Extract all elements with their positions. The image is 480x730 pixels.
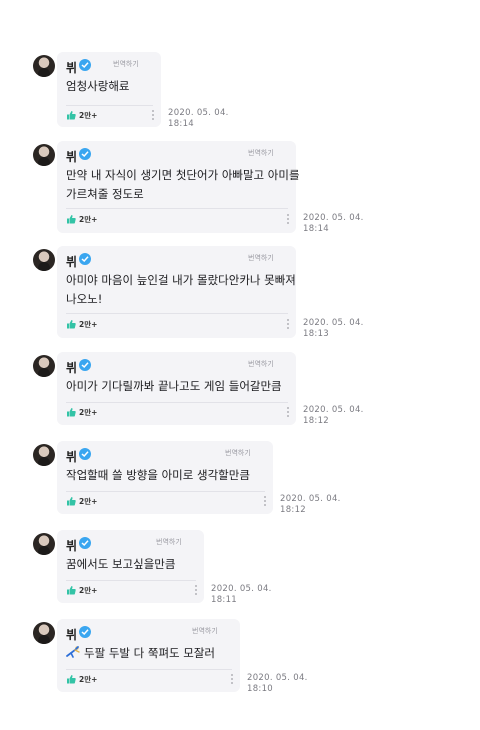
timestamp: 2020. 05. 04. 18:12 xyxy=(303,405,364,426)
translate-button[interactable]: 번역하기 xyxy=(248,253,274,263)
divider xyxy=(66,105,153,106)
avatar[interactable] xyxy=(33,249,55,271)
comment-bubble: 뷔 번역하기 만약 내 자식이 생기면 첫단어가 아빠말고 아미를 가르쳐줄 정… xyxy=(57,141,300,233)
comment-line: 꿈에서도 보고싶을만큼 xyxy=(66,557,176,571)
username[interactable]: 뷔 xyxy=(66,253,77,270)
comment-text: 작업할때 쓸 방향을 아미로 생각할만큼 xyxy=(66,466,265,485)
comment-bubble: 뷔 번역하기 작업할때 쓸 방향을 아미로 생각할만큼 2만+ xyxy=(57,441,273,514)
comment-text: 꿈에서도 보고싶을만큼 xyxy=(66,555,196,574)
avatar[interactable] xyxy=(33,444,55,466)
divider xyxy=(66,313,288,314)
comment-line: 작업할때 쓸 방향을 아미로 생각할만큼 xyxy=(66,468,250,482)
verified-badge-icon xyxy=(79,537,91,549)
avatar[interactable] xyxy=(33,355,55,377)
thumbs-up-icon xyxy=(67,111,76,120)
like-button[interactable]: 2만+ xyxy=(66,212,97,226)
verified-badge-icon xyxy=(79,148,91,160)
divider xyxy=(66,580,196,581)
timestamp: 2020. 05. 04. 18:13 xyxy=(303,318,364,339)
thumbs-up-icon xyxy=(67,215,76,224)
like-count: 2만+ xyxy=(79,110,98,120)
comment-text: 두팔 두발 다 쭉펴도 모잘러 xyxy=(66,644,232,663)
timestamp: 2020. 05. 04. 18:11 xyxy=(211,584,272,605)
comment-text: 아미가 기다릴까봐 끝나고도 게임 들어갈만큼 xyxy=(66,377,288,396)
verified-badge-icon xyxy=(79,253,91,265)
divider xyxy=(66,208,288,209)
like-button[interactable]: 2만+ xyxy=(66,108,97,122)
thumbs-up-icon xyxy=(67,408,76,417)
translate-button[interactable]: 번역하기 xyxy=(113,59,139,69)
thumbs-up-icon xyxy=(67,320,76,329)
timestamp: 2020. 05. 04. 18:14 xyxy=(168,108,229,129)
like-count: 2만+ xyxy=(79,407,98,417)
translate-button[interactable]: 번역하기 xyxy=(192,626,218,636)
thumbs-up-icon xyxy=(67,675,76,684)
like-button[interactable]: 2만+ xyxy=(66,405,97,419)
stretching-figure-emoji xyxy=(66,646,80,658)
avatar[interactable] xyxy=(33,55,55,77)
more-options-icon[interactable] xyxy=(287,319,289,329)
verified-badge-icon xyxy=(79,359,91,371)
translate-button[interactable]: 번역하기 xyxy=(225,448,251,458)
comment-line: 두팔 두발 다 쭉펴도 모잘러 xyxy=(84,646,216,660)
translate-button[interactable]: 번역하기 xyxy=(248,359,274,369)
more-options-icon[interactable] xyxy=(264,496,266,506)
like-button[interactable]: 2만+ xyxy=(66,583,97,597)
comment-bubble: 뷔 번역하기 아미가 기다릴까봐 끝나고도 게임 들어갈만큼 2만+ xyxy=(57,352,296,425)
like-button[interactable]: 2만+ xyxy=(66,672,97,686)
comment-text: 엄청사랑해료 xyxy=(66,77,153,96)
username[interactable]: 뷔 xyxy=(66,537,77,554)
comment-bubble: 뷔 번역하기 꿈에서도 보고싶을만큼 2만+ xyxy=(57,530,204,603)
like-count: 2만+ xyxy=(79,319,98,329)
more-options-icon[interactable] xyxy=(231,674,233,684)
comment-line: 나오노! xyxy=(66,292,103,306)
comment-text: 만약 내 자식이 생기면 첫단어가 아빠말고 아미를 가르쳐줄 정도로 xyxy=(66,166,300,204)
timestamp: 2020. 05. 04. 18:10 xyxy=(247,673,308,694)
divider xyxy=(66,402,288,403)
timestamp: 2020. 05. 04. 18:14 xyxy=(303,213,364,234)
timestamp: 2020. 05. 04. 18:12 xyxy=(280,494,341,515)
thumbs-up-icon xyxy=(67,497,76,506)
more-options-icon[interactable] xyxy=(287,407,289,417)
like-button[interactable]: 2만+ xyxy=(66,494,97,508)
divider xyxy=(66,491,265,492)
more-options-icon[interactable] xyxy=(195,585,197,595)
comment-line: 아미가 기다릴까봐 끝나고도 게임 들어갈만큼 xyxy=(66,379,282,393)
username[interactable]: 뷔 xyxy=(66,448,77,465)
comment-text: 아미야 마음이 늪인걸 내가 몰랐다안카나 못빠져 나오노! xyxy=(66,271,296,309)
thumbs-up-icon xyxy=(67,586,76,595)
like-count: 2만+ xyxy=(79,585,98,595)
avatar[interactable] xyxy=(33,533,55,555)
like-count: 2만+ xyxy=(79,214,98,224)
more-options-icon[interactable] xyxy=(287,214,289,224)
comment-bubble: 뷔 번역하기 엄청사랑해료 2만+ xyxy=(57,52,161,127)
avatar[interactable] xyxy=(33,622,55,644)
comment-bubble: 뷔 번역하기 두팔 두발 다 쭉펴도 모잘러 2만+ xyxy=(57,619,240,692)
verified-badge-icon xyxy=(79,626,91,638)
comment-line: 가르쳐줄 정도로 xyxy=(66,187,144,201)
like-count: 2만+ xyxy=(79,674,98,684)
translate-button[interactable]: 번역하기 xyxy=(156,537,182,547)
comment-line: 만약 내 자식이 생기면 첫단어가 아빠말고 아미를 xyxy=(66,168,300,182)
username[interactable]: 뷔 xyxy=(66,148,77,165)
like-count: 2만+ xyxy=(79,496,98,506)
username[interactable]: 뷔 xyxy=(66,626,77,643)
comment-bubble: 뷔 번역하기 아미야 마음이 늪인걸 내가 몰랐다안카나 못빠져 나오노! 2만… xyxy=(57,246,296,338)
comment-line: 아미야 마음이 늪인걸 내가 몰랐다안카나 못빠져 xyxy=(66,273,296,287)
username[interactable]: 뷔 xyxy=(66,59,77,76)
more-options-icon[interactable] xyxy=(152,110,154,120)
username[interactable]: 뷔 xyxy=(66,359,77,376)
comment-line: 엄청사랑해료 xyxy=(66,79,130,93)
translate-button[interactable]: 번역하기 xyxy=(248,148,274,158)
like-button[interactable]: 2만+ xyxy=(66,317,97,331)
divider xyxy=(66,669,232,670)
verified-badge-icon xyxy=(79,59,91,71)
verified-badge-icon xyxy=(79,448,91,460)
avatar[interactable] xyxy=(33,144,55,166)
